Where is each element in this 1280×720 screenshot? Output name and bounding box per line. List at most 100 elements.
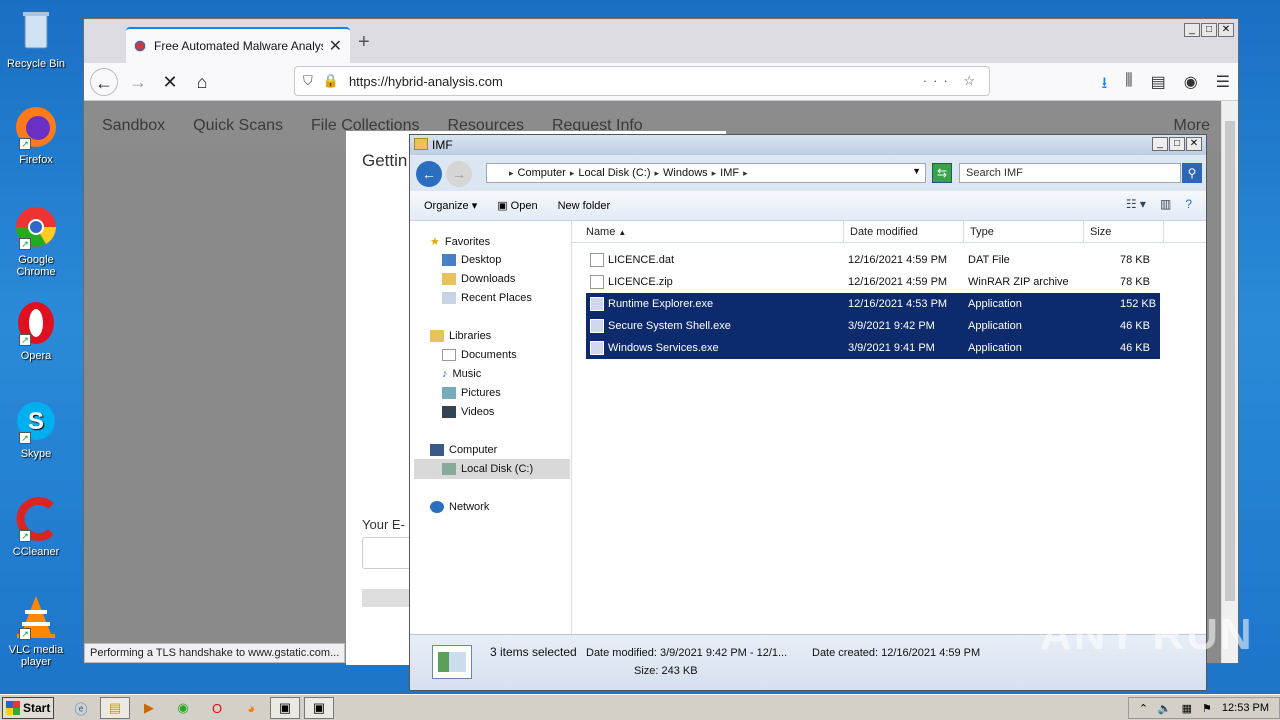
column-type[interactable]: Type [964, 221, 1084, 243]
file-size: 78 KB [1120, 254, 1150, 266]
scrollbar-thumb[interactable] [1225, 121, 1235, 601]
network-tray-icon[interactable]: ▦ [1182, 702, 1192, 715]
documents-icon [442, 349, 456, 361]
nav-favorites[interactable]: ★ Favorites [430, 235, 490, 249]
nav-sandbox[interactable]: Sandbox [102, 117, 165, 135]
file-row[interactable]: LICENCE.dat 12/16/2021 4:59 PM DAT File 78 … [586, 249, 1160, 271]
close-button[interactable]: ✕ [1218, 23, 1234, 37]
breadcrumb-item[interactable]: Computer [518, 167, 566, 179]
menu-icon[interactable]: ☰ [1216, 72, 1230, 99]
url-bar[interactable]: ⛉ 🔒 https://hybrid-analysis.com ··· ☆ [294, 66, 990, 96]
chrome-taskbar-icon[interactable]: ◉ [168, 697, 198, 719]
view-options-icon[interactable]: ☷ ▾ [1126, 197, 1146, 211]
refresh-icon[interactable]: ⇆ [932, 163, 952, 183]
search-input[interactable]: Search IMF [959, 163, 1181, 183]
desktop-icon-opera[interactable]: ↗ Opera [4, 300, 68, 362]
breadcrumb-item[interactable]: IMF [720, 167, 739, 179]
chevron-down-icon[interactable]: ▼ [912, 166, 921, 176]
open-button[interactable]: ▣ Open [497, 199, 537, 212]
nav-pictures[interactable]: Pictures [442, 387, 501, 399]
start-button[interactable]: Start [2, 697, 54, 719]
pictures-icon [442, 387, 456, 399]
status-message: Performing a TLS handshake to www.gstati… [84, 643, 346, 663]
desktop-icon-skype[interactable]: S ↗ Skype [4, 398, 68, 460]
file-row[interactable]: Runtime Explorer.exe 12/16/2021 4:53 PM Ap… [586, 293, 1160, 315]
clock[interactable]: 12:53 PM [1222, 702, 1269, 714]
home-button[interactable]: ⌂ [188, 68, 216, 96]
help-icon[interactable]: ? [1185, 197, 1192, 211]
svg-text:S: S [28, 408, 44, 435]
nav-local-disk[interactable]: Local Disk (C:) [414, 459, 570, 479]
downloads-icon [442, 273, 456, 285]
download-icon[interactable]: ⭳ [1102, 72, 1108, 99]
desktop-icon-vlc[interactable]: ↗ VLC media player [4, 594, 68, 668]
organize-button[interactable]: Organize ▾ [424, 199, 477, 212]
desktop-icon-chrome[interactable]: ↗ Google Chrome [4, 204, 68, 278]
file-date: 3/9/2021 9:41 PM [848, 342, 935, 354]
address-bar-area: ← → ▸ Computer ▸ Local Disk (C:) ▸ Windows… [410, 155, 1206, 191]
column-date[interactable]: Date modified [844, 221, 964, 243]
window-taskbar-icon[interactable]: ▣ [304, 697, 334, 719]
nav-libraries[interactable]: Libraries [430, 330, 491, 342]
tab-active[interactable]: Free Automated Malware Analysis ✕ [126, 27, 350, 63]
stop-button[interactable]: ✕ [156, 68, 184, 96]
column-size[interactable]: Size [1084, 221, 1164, 243]
library-icon[interactable]: ⫼ [1125, 72, 1132, 99]
volume-icon[interactable]: 🔈 [1158, 702, 1172, 715]
media-player-icon[interactable]: ▶ [134, 697, 164, 719]
back-button[interactable]: ← [90, 68, 118, 96]
forward-button[interactable]: → [124, 68, 152, 96]
nav-documents[interactable]: Documents [442, 349, 517, 361]
back-button[interactable]: ← [416, 161, 442, 187]
file-row[interactable]: Windows Services.exe 3/9/2021 9:41 PM Appl… [586, 337, 1160, 359]
window-taskbar-icon[interactable]: ▣ [270, 697, 300, 719]
forward-button[interactable]: → [446, 161, 472, 187]
file-size: 46 KB [1120, 342, 1150, 354]
minimize-button[interactable]: _ [1152, 137, 1168, 151]
nav-more[interactable]: More [1174, 117, 1210, 135]
page-scrollbar[interactable] [1221, 101, 1238, 663]
nav-desktop[interactable]: Desktop [442, 254, 501, 266]
close-tab-icon[interactable]: ✕ [329, 36, 342, 56]
ie-icon[interactable]: ⓔ [66, 697, 96, 719]
sidebar-icon[interactable]: ▤ [1151, 72, 1166, 99]
breadcrumb-item[interactable]: Local Disk (C:) [578, 167, 650, 179]
desktop-icon-firefox[interactable]: ↗ Firefox [4, 104, 68, 166]
account-icon[interactable]: ◉ [1184, 72, 1198, 99]
explorer-taskbar-icon[interactable]: ▤ [100, 697, 130, 719]
desktop-icon-recycle-bin[interactable]: Recycle Bin [4, 8, 68, 70]
page-actions-icon[interactable]: ··· ☆ [923, 73, 981, 89]
ccleaner-icon: ↗ [13, 496, 59, 542]
nav-music[interactable]: ♪ Music [442, 368, 481, 380]
nav-computer[interactable]: Computer [430, 444, 497, 456]
nav-network[interactable]: Network [430, 501, 489, 513]
breadcrumb-item[interactable]: Windows [663, 167, 708, 179]
modal-title: Gettin [362, 151, 408, 170]
file-size: 78 KB [1120, 276, 1150, 288]
new-folder-button[interactable]: New folder [558, 200, 611, 212]
desktop-icon-ccleaner[interactable]: ↗ CCleaner [4, 496, 68, 558]
breadcrumb[interactable]: ▸ Computer ▸ Local Disk (C:) ▸ Windows ▸ IM… [486, 163, 926, 183]
computer-icon [430, 444, 444, 456]
maximize-button[interactable]: □ [1169, 137, 1185, 151]
minimize-button[interactable]: _ [1184, 23, 1200, 37]
firefox-taskbar-icon[interactable]: ◕ [236, 697, 266, 719]
nav-videos[interactable]: Videos [442, 406, 494, 418]
maximize-button[interactable]: □ [1201, 23, 1217, 37]
search-icon[interactable]: ⚲ [1182, 163, 1202, 183]
file-row[interactable]: LICENCE.zip 12/16/2021 4:59 PM WinRAR ZIP … [586, 271, 1160, 293]
action-center-icon[interactable]: ⚑ [1202, 702, 1212, 715]
chevron-up-icon[interactable]: ⌃ [1139, 702, 1148, 715]
nav-quick-scans[interactable]: Quick Scans [193, 117, 283, 135]
nav-downloads[interactable]: Downloads [442, 273, 515, 285]
nav-recent-places[interactable]: Recent Places [442, 292, 532, 304]
column-name[interactable]: Name ▲ [572, 221, 844, 243]
close-button[interactable]: ✕ [1186, 137, 1202, 151]
new-tab-button[interactable]: + [358, 31, 370, 54]
opera-taskbar-icon[interactable]: O [202, 697, 232, 719]
url-text[interactable]: https://hybrid-analysis.com [349, 74, 923, 89]
preview-pane-icon[interactable]: ▥ [1160, 197, 1171, 211]
shield-icon[interactable]: ⛉ [303, 73, 313, 89]
lock-icon[interactable]: 🔒 [323, 73, 339, 89]
file-row[interactable]: Secure System Shell.exe 3/9/2021 9:42 PM A… [586, 315, 1160, 337]
